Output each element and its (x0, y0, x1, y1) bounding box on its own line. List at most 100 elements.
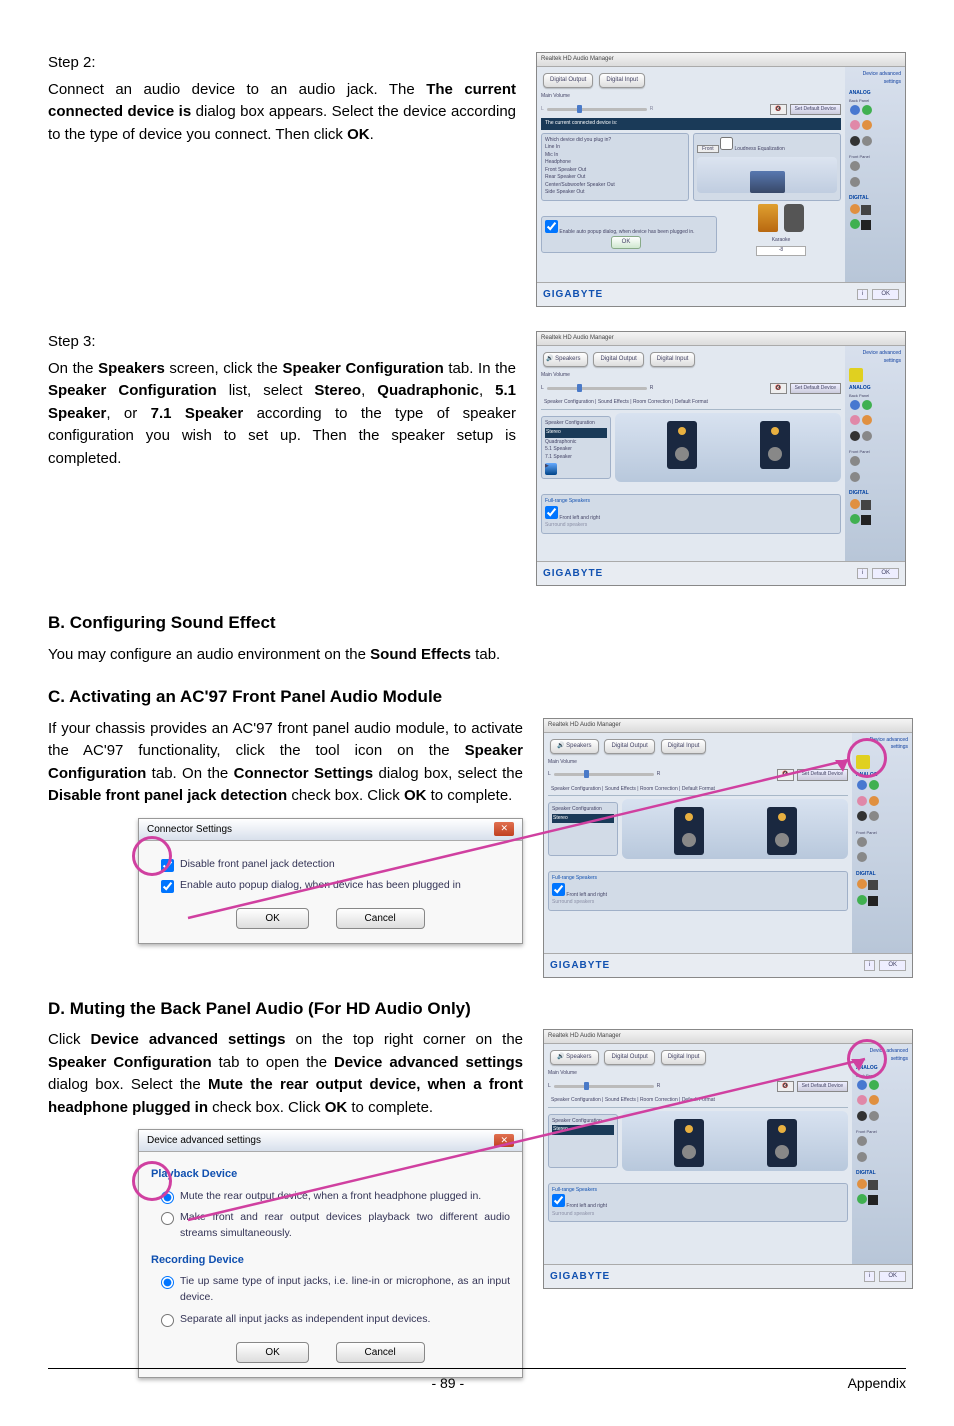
device-option[interactable]: Headphone (545, 159, 685, 167)
dialog-ok-button[interactable]: OK (872, 289, 899, 300)
jack-icon[interactable] (850, 431, 860, 441)
cfg-item[interactable]: Stereo (545, 428, 607, 438)
tie-jacks-radio[interactable] (161, 1276, 174, 1289)
jack-icon[interactable] (850, 472, 860, 482)
jack[interactable] (868, 896, 878, 906)
volume-slider[interactable] (554, 773, 654, 776)
tab-digital-input[interactable]: Digital Input (661, 739, 707, 754)
cancel-button[interactable]: Cancel (336, 908, 425, 929)
tab-digital-output[interactable]: Digital Output (604, 739, 654, 754)
tab-digital-output[interactable]: Digital Output (593, 352, 643, 367)
separate-jacks-option[interactable]: Separate all input jacks as independent … (161, 1312, 510, 1328)
mute-button[interactable]: 🔇 (770, 104, 786, 116)
jack-icon[interactable] (869, 780, 879, 790)
jack-icon[interactable] (862, 431, 872, 441)
jack-icon[interactable] (862, 136, 872, 146)
set-default-dropdown[interactable]: Set Default Device (790, 104, 841, 116)
set-default-dropdown[interactable]: Set Default Device (797, 769, 848, 781)
jack-icon[interactable] (857, 837, 867, 847)
device-option[interactable]: Rear Speaker Out (545, 174, 685, 182)
device-option[interactable]: Center/Subwoofer Speaker Out (545, 182, 685, 190)
jack-icon[interactable] (869, 1111, 879, 1121)
dialog-ok-button[interactable]: OK (879, 960, 906, 971)
digital-jack[interactable] (861, 205, 871, 215)
jack-icon[interactable] (850, 219, 860, 229)
mute-button[interactable]: 🔇 (777, 769, 793, 781)
loudness-checkbox[interactable] (720, 137, 733, 150)
tab-speakers[interactable]: Speakers (566, 743, 591, 749)
jack-icon[interactable] (850, 514, 860, 524)
jack-icon[interactable] (857, 1194, 867, 1204)
ok-button[interactable]: OK (611, 236, 642, 249)
cfg-item[interactable]: Stereo (552, 814, 614, 824)
jack-icon[interactable] (850, 161, 860, 171)
digital-jack[interactable] (861, 515, 871, 525)
set-default-dropdown[interactable]: Set Default Device (797, 1081, 848, 1093)
jack[interactable] (868, 1195, 878, 1205)
mute-button[interactable]: 🔇 (770, 383, 786, 395)
jack-icon[interactable] (857, 1095, 867, 1105)
jack-icon[interactable] (857, 895, 867, 905)
subtabs[interactable]: Speaker Configuration | Sound Effects | … (541, 399, 711, 405)
dialog-ok-button[interactable]: OK (879, 1271, 906, 1282)
jack[interactable] (868, 1180, 878, 1190)
jack-icon[interactable] (850, 499, 860, 509)
device-advanced-link[interactable]: Device advanced settings (849, 71, 901, 86)
jack-icon[interactable] (850, 456, 860, 466)
jack-icon[interactable] (850, 204, 860, 214)
jack-icon[interactable] (857, 852, 867, 862)
jack-icon[interactable] (850, 415, 860, 425)
volume-slider[interactable] (554, 1085, 654, 1088)
info-button[interactable]: i (864, 960, 875, 971)
jack-icon[interactable] (869, 1080, 879, 1090)
two-streams-option[interactable]: Make front and rear output devices playb… (161, 1210, 510, 1242)
jack-icon[interactable] (850, 136, 860, 146)
tab-speakers[interactable]: Speakers (555, 356, 580, 362)
cfg-item[interactable]: Stereo (552, 1125, 614, 1135)
volume-slider[interactable] (547, 387, 647, 390)
cancel-button[interactable]: Cancel (336, 1342, 425, 1363)
mute-rear-option[interactable]: Mute the rear output device, when a fron… (161, 1189, 510, 1205)
two-streams-radio[interactable] (161, 1212, 174, 1225)
auto-popup-checkbox[interactable] (545, 220, 558, 233)
jack-icon[interactable] (857, 1111, 867, 1121)
jack-icon[interactable] (850, 177, 860, 187)
auto-popup-checkbox[interactable] (161, 880, 174, 893)
dialog-ok-button[interactable]: OK (872, 568, 899, 579)
jack-icon[interactable] (857, 1080, 867, 1090)
ok-button[interactable]: OK (236, 1342, 308, 1363)
close-icon[interactable]: ✕ (494, 822, 514, 836)
front-lr-check[interactable] (552, 883, 565, 896)
ok-button[interactable]: OK (236, 908, 308, 929)
separate-jacks-radio[interactable] (161, 1314, 174, 1327)
auto-popup-option[interactable]: Enable auto popup dialog, when device ha… (161, 878, 510, 894)
close-icon[interactable]: ✕ (494, 1134, 514, 1148)
jack-icon[interactable] (850, 105, 860, 115)
jack-icon[interactable] (862, 400, 872, 410)
cfg-item[interactable]: 5.1 Speaker (545, 446, 607, 454)
digital-jack[interactable] (861, 220, 871, 230)
jack-icon[interactable] (850, 120, 860, 130)
tool-icon[interactable] (849, 368, 863, 382)
set-default-dropdown[interactable]: Set Default Device (790, 383, 841, 395)
jack-icon[interactable] (850, 400, 860, 410)
device-option[interactable]: Front Speaker Out (545, 167, 685, 175)
jack[interactable] (868, 880, 878, 890)
tab-digital-input[interactable]: Digital Input (661, 1050, 707, 1065)
jack-icon[interactable] (857, 879, 867, 889)
tie-jacks-option[interactable]: Tie up same type of input jacks, i.e. li… (161, 1274, 510, 1306)
jack-icon[interactable] (862, 120, 872, 130)
jack-icon[interactable] (869, 796, 879, 806)
disable-jack-detection-option[interactable]: Disable front panel jack detection (161, 857, 510, 873)
jack-icon[interactable] (857, 1152, 867, 1162)
tab-digital-input[interactable]: Digital Input (650, 352, 696, 367)
jack-icon[interactable] (857, 811, 867, 821)
subtabs[interactable]: Speaker Configuration | Sound Effects | … (548, 1097, 718, 1103)
tab-digital-output[interactable]: Digital Output (543, 73, 593, 88)
play-button[interactable]: ▶ (545, 463, 557, 475)
jack-icon[interactable] (857, 780, 867, 790)
jack-icon[interactable] (857, 1179, 867, 1189)
jack-icon[interactable] (869, 1095, 879, 1105)
jack-icon[interactable] (857, 1136, 867, 1146)
front-lr-check[interactable] (552, 1194, 565, 1207)
